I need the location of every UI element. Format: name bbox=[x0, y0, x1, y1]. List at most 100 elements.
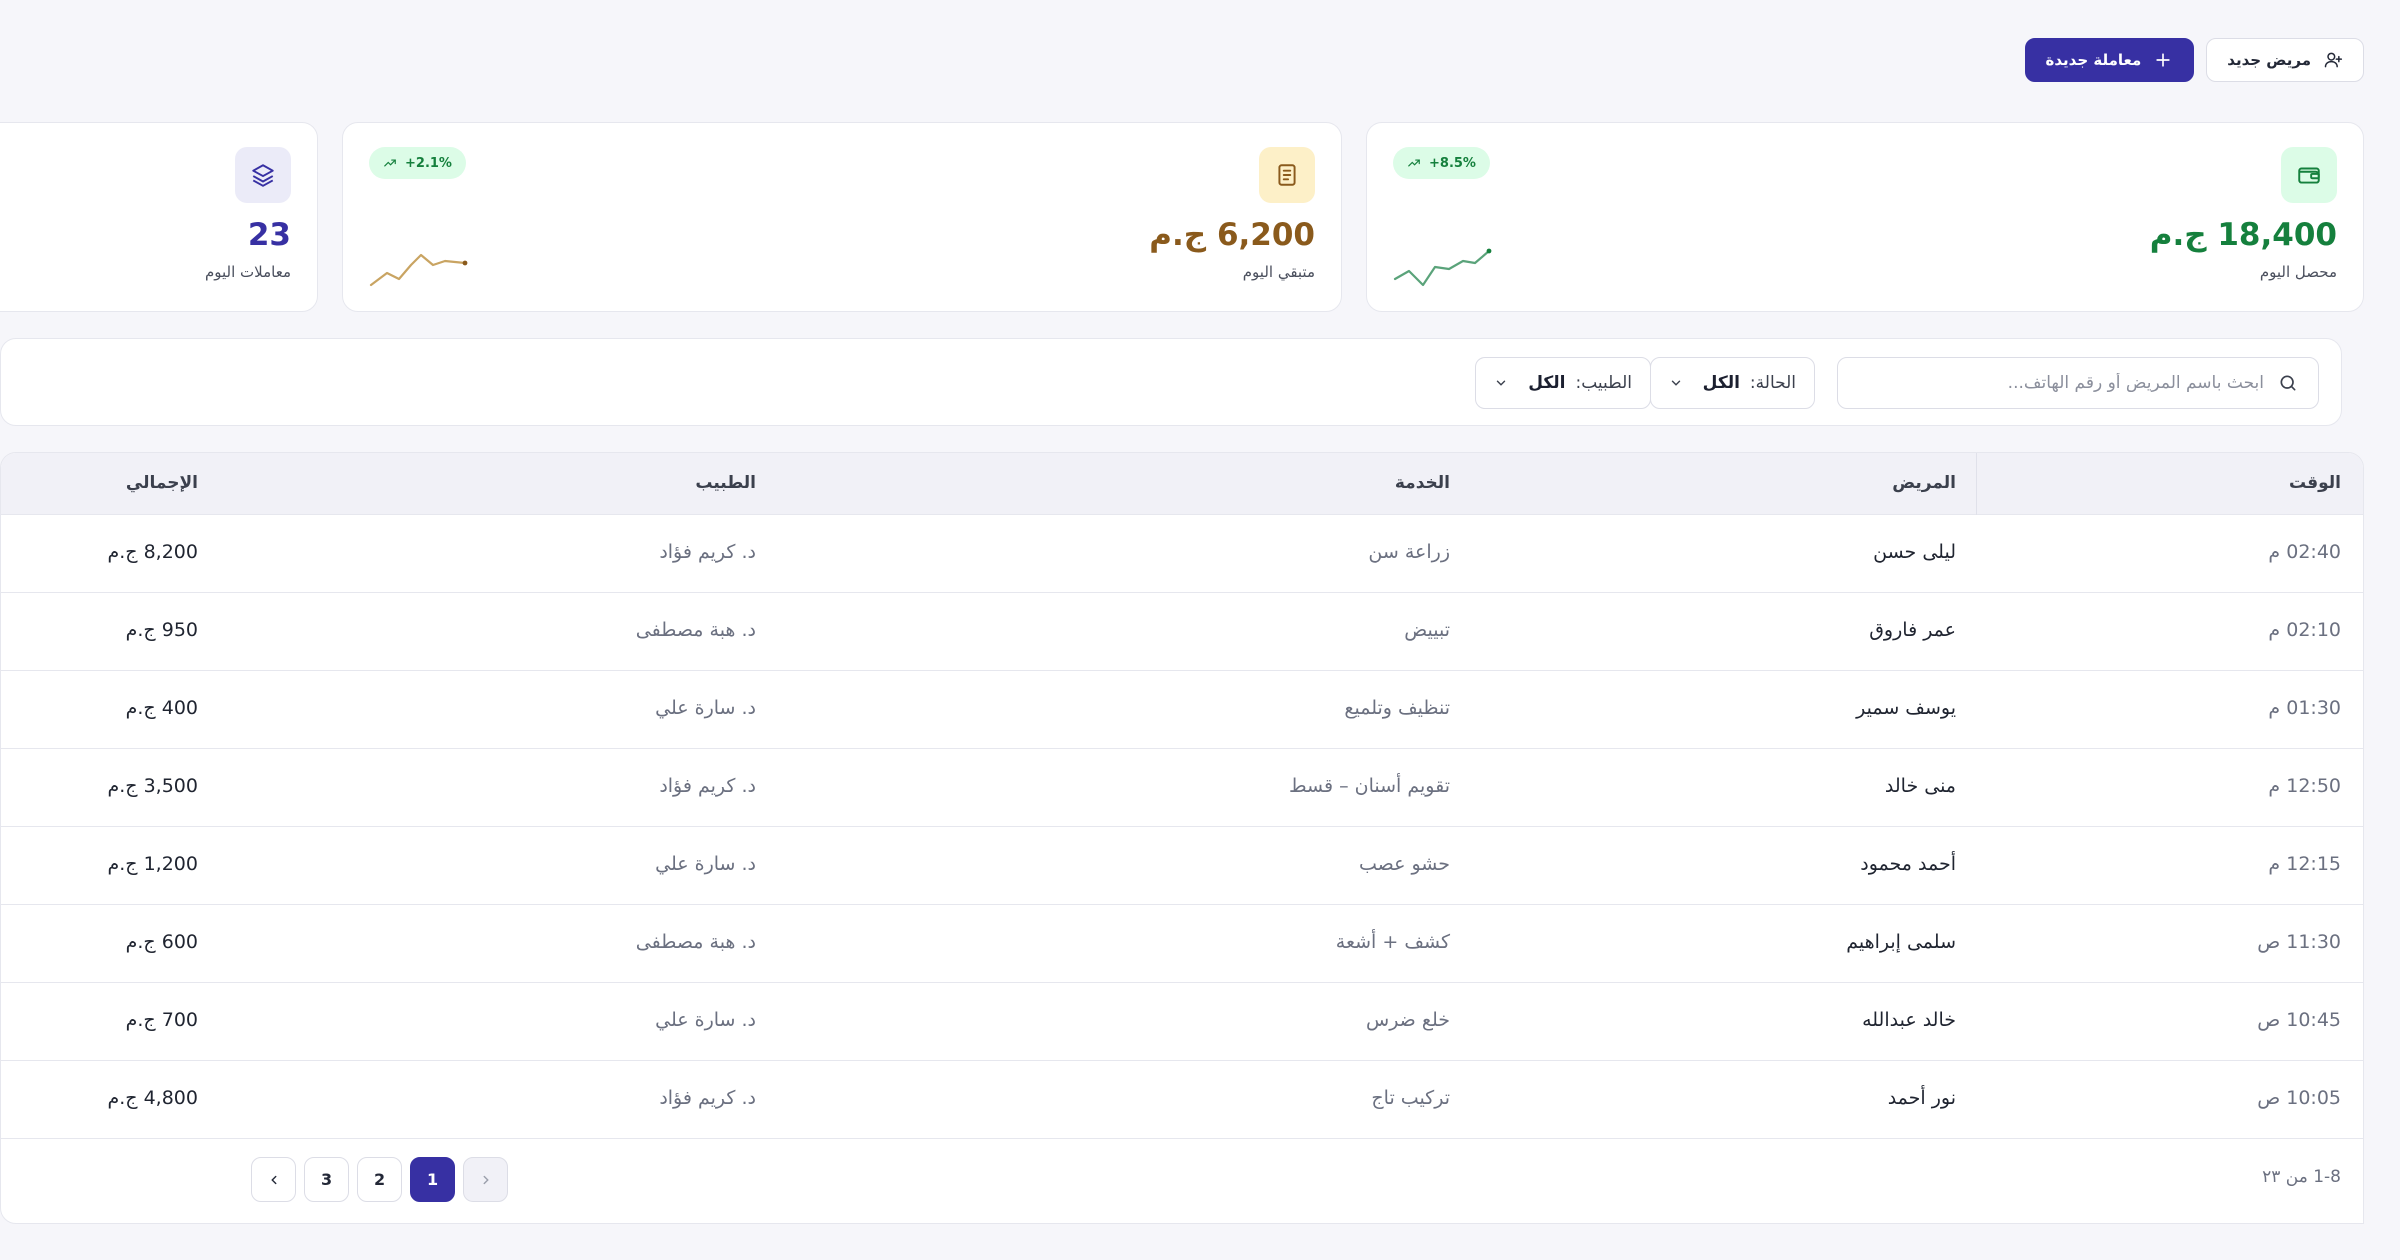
trend-badge: +8.5% bbox=[1393, 147, 1490, 179]
stat-value: 23 bbox=[247, 217, 291, 253]
cell-service: كشف + أشعة bbox=[1335, 931, 1450, 953]
user-plus-icon bbox=[2324, 52, 2343, 68]
new-patient-button[interactable]: مريض جديد bbox=[2206, 38, 2364, 82]
prev-page-button[interactable] bbox=[463, 1157, 508, 1202]
cell-total: 1,200 ج.م bbox=[107, 853, 198, 875]
status-filter-label: الحالة: bbox=[1749, 373, 1796, 393]
page-button-3[interactable]: 3 bbox=[304, 1157, 349, 1202]
stat-label: معاملات اليوم bbox=[204, 263, 291, 281]
column-header-service: الخدمة bbox=[1394, 473, 1450, 493]
cell-time: 12:50 م bbox=[2268, 775, 2341, 797]
chevron-left-icon bbox=[270, 1175, 276, 1184]
cell-doctor: د. كريم فؤاد bbox=[659, 541, 756, 563]
wallet-icon bbox=[2298, 167, 2320, 184]
transactions-table: الوقت المريض الخدمة الطبيب الإجمالي 02:4… bbox=[0, 452, 2364, 1224]
stat-value: 6,200 ج.م bbox=[1149, 217, 1315, 253]
table-row[interactable]: 10:05 ص نور أحمد تركيب تاج د. كريم فؤاد … bbox=[1, 1061, 2363, 1139]
search-input[interactable] bbox=[1858, 373, 2264, 393]
table-row[interactable]: 12:15 م أحمد محمود حشو عصب د. سارة علي 1… bbox=[1, 827, 2363, 905]
table-footer: 1-8 من ٢٣ 1 2 3 bbox=[1, 1139, 2363, 1223]
cell-patient: نور أحمد bbox=[1887, 1087, 1956, 1109]
trend-up-icon bbox=[384, 159, 396, 167]
cell-doctor: د. هبة مصطفى bbox=[635, 619, 756, 641]
cell-patient: عمر فاروق bbox=[1869, 619, 1956, 641]
cell-doctor: د. سارة علي bbox=[655, 853, 756, 875]
cell-doctor: د. كريم فؤاد bbox=[659, 1087, 756, 1109]
doctor-filter-value: الكل bbox=[1528, 373, 1566, 393]
search-box bbox=[1837, 357, 2319, 409]
status-filter-value: الكل bbox=[1702, 373, 1740, 393]
column-header-time: الوقت bbox=[2289, 473, 2341, 493]
cell-time: 10:45 ص bbox=[2257, 1009, 2341, 1031]
stat-label: متبقي اليوم bbox=[1242, 263, 1315, 281]
cell-time: 12:15 م bbox=[2268, 853, 2341, 875]
cell-time: 01:30 م bbox=[2268, 697, 2341, 719]
table-row[interactable]: 01:30 م يوسف سمير تنظيف وتلميع د. سارة ع… bbox=[1, 671, 2363, 749]
plus-icon bbox=[2156, 53, 2170, 67]
cell-service: تقويم أسنان – قسط bbox=[1288, 775, 1450, 797]
trend-badge: +2.1% bbox=[369, 147, 466, 179]
doctor-filter-label: الطبيب: bbox=[1575, 373, 1632, 393]
page-button-1[interactable]: 1 bbox=[410, 1157, 455, 1202]
cell-time: 02:10 م bbox=[2268, 619, 2341, 641]
cell-time: 02:40 م bbox=[2268, 541, 2341, 563]
pagination: 1 2 3 bbox=[251, 1157, 508, 1202]
cell-patient: يوسف سمير bbox=[1856, 697, 1956, 719]
chevron-right-icon bbox=[483, 1175, 489, 1184]
stat-card-remaining: 6,200 ج.م متبقي اليوم +2.1% bbox=[342, 122, 1342, 312]
pagination-range: 1-8 من ٢٣ bbox=[2262, 1167, 2341, 1187]
table-header: الوقت المريض الخدمة الطبيب الإجمالي bbox=[1, 453, 2363, 515]
cell-doctor: د. كريم فؤاد bbox=[659, 775, 756, 797]
cell-doctor: د. هبة مصطفى bbox=[635, 931, 756, 953]
cell-doctor: د. سارة علي bbox=[655, 697, 756, 719]
stat-card-transactions: 23 معاملات اليوم bbox=[0, 122, 318, 312]
sparkline bbox=[369, 253, 468, 287]
stat-icon-box bbox=[235, 147, 291, 203]
next-page-button[interactable] bbox=[251, 1157, 296, 1202]
cell-total: 950 ج.م bbox=[125, 619, 198, 641]
page-button-2[interactable]: 2 bbox=[357, 1157, 402, 1202]
column-header-patient: المريض bbox=[1892, 473, 1956, 493]
table-row[interactable]: 12:50 م منى خالد تقويم أسنان – قسط د. كر… bbox=[1, 749, 2363, 827]
cell-service: زراعة سن bbox=[1368, 541, 1450, 563]
cell-service: تبييض bbox=[1404, 619, 1450, 641]
receipt-icon bbox=[1278, 164, 1296, 186]
cell-total: 4,800 ج.م bbox=[107, 1087, 198, 1109]
filter-bar: الحالة: الكل الطبيب: الكل bbox=[0, 338, 2342, 426]
stat-card-collected: 18,400 ج.م محصل اليوم +8.5% bbox=[1366, 122, 2364, 312]
chevron-down-icon bbox=[1671, 380, 1680, 386]
layers-icon bbox=[252, 164, 274, 187]
trend-value: +2.1% bbox=[405, 155, 452, 171]
new-transaction-label: معاملة جديدة bbox=[2045, 51, 2142, 69]
search-icon bbox=[2280, 375, 2296, 391]
new-transaction-button[interactable]: معاملة جديدة bbox=[2024, 38, 2195, 82]
header-divider bbox=[1975, 453, 1977, 515]
cell-total: 3,500 ج.م bbox=[107, 775, 198, 797]
chevron-down-icon bbox=[1496, 380, 1506, 386]
column-header-total: الإجمالي bbox=[125, 473, 198, 493]
cell-total: 600 ج.م bbox=[125, 931, 198, 953]
doctor-filter[interactable]: الطبيب: الكل bbox=[1475, 357, 1651, 409]
stat-icon-box bbox=[1259, 147, 1315, 203]
cell-total: 700 ج.م bbox=[125, 1009, 198, 1031]
trend-up-icon bbox=[1408, 159, 1420, 167]
cell-patient: سلمى إبراهيم bbox=[1846, 931, 1956, 953]
header-actions: مريض جديد معاملة جديدة bbox=[2024, 38, 2364, 82]
cell-patient: خالد عبدالله bbox=[1862, 1009, 1956, 1031]
stat-label: محصل اليوم bbox=[2259, 263, 2337, 281]
table-row[interactable]: 02:40 م ليلى حسن زراعة سن د. كريم فؤاد 8… bbox=[1, 515, 2363, 593]
cell-service: تركيب تاج bbox=[1371, 1087, 1450, 1109]
cell-time: 11:30 ص bbox=[2257, 931, 2341, 953]
new-patient-label: مريض جديد bbox=[2227, 51, 2311, 69]
table-row[interactable]: 02:10 م عمر فاروق تبييض د. هبة مصطفى 950… bbox=[1, 593, 2363, 671]
cell-service: حشو عصب bbox=[1358, 853, 1450, 875]
cell-service: خلع ضرس bbox=[1366, 1009, 1450, 1031]
table-row[interactable]: 11:30 ص سلمى إبراهيم كشف + أشعة د. هبة م… bbox=[1, 905, 2363, 983]
cell-doctor: د. سارة علي bbox=[655, 1009, 756, 1031]
cell-total: 8,200 ج.م bbox=[107, 541, 198, 563]
table-row[interactable]: 10:45 ص خالد عبدالله خلع ضرس د. سارة علي… bbox=[1, 983, 2363, 1061]
status-filter[interactable]: الحالة: الكل bbox=[1649, 357, 1815, 409]
stat-value: 18,400 ج.م bbox=[2149, 217, 2337, 253]
cell-patient: ليلى حسن bbox=[1873, 541, 1956, 563]
cell-patient: أحمد محمود bbox=[1860, 853, 1956, 875]
